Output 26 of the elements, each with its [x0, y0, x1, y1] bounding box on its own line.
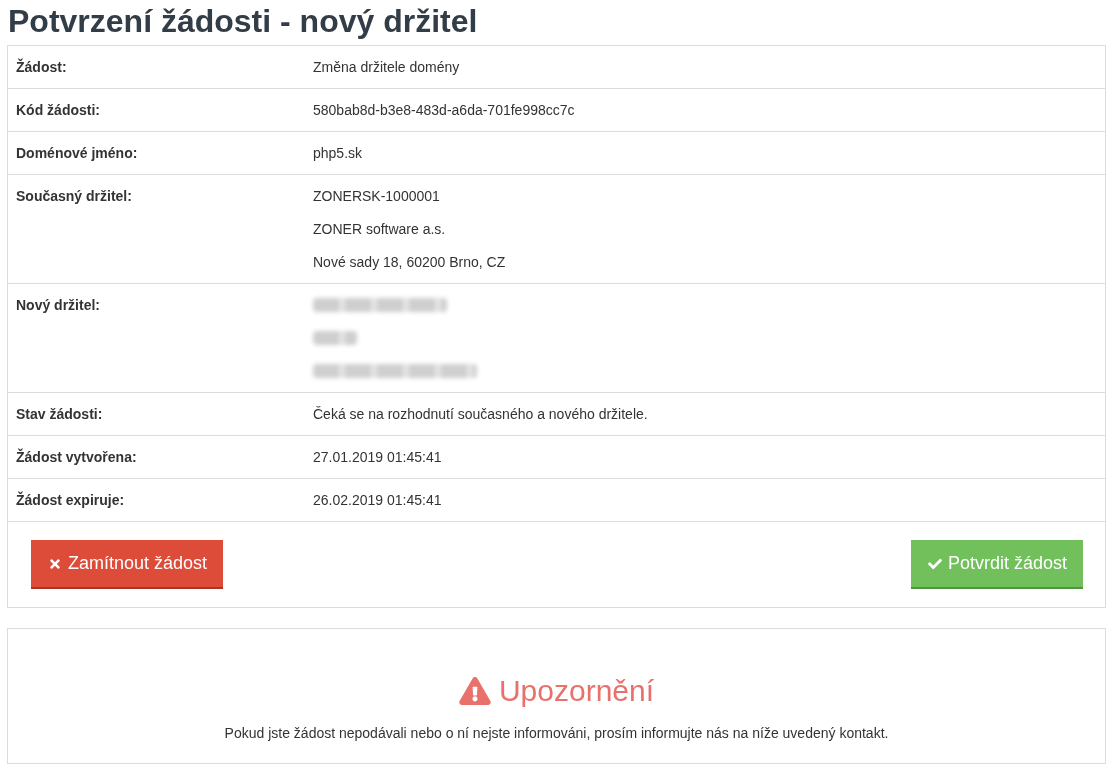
field-value: Změna držitele domény [313, 58, 460, 77]
reject-button[interactable]: Zamítnout žádost [31, 540, 224, 589]
field-label: Nový držitel: [16, 296, 100, 315]
field-label: Žádost expiruje: [16, 490, 125, 510]
warning-icon [458, 677, 491, 705]
field-value: ZONER software a.s. [313, 220, 446, 239]
close-icon [48, 556, 62, 571]
field-label: Stav žádosti: [16, 405, 103, 424]
field-label: Doménové jméno: [16, 144, 138, 163]
field-value: Čeká se na rozhodnutí současného a nového držitele. [313, 405, 648, 424]
field-label: Kód žádosti: [16, 101, 100, 120]
field-value: 26.02.2019 01:45:41 [313, 491, 442, 510]
warning-title: Upozornění [498, 673, 655, 709]
field-label: Žádost: [16, 57, 67, 77]
field-label: Žádost vytvořena: [16, 447, 137, 467]
field-value: 580bab8d-b3e8-483d-a6da-701fe998cc7c [313, 101, 575, 120]
confirm-button[interactable]: Potvrdit žádost [910, 540, 1083, 589]
warning-text: Pokud jste žádost nepodávali nebo o ní nejste informováni, prosím informujte nás na níže uvedený kontakt. [224, 724, 889, 743]
field-value: ZONERSK-1000001 [313, 187, 440, 206]
field-value: php5.sk [313, 144, 363, 163]
blurred-text [313, 331, 357, 345]
field-label: Současný držitel: [16, 187, 132, 206]
field-value: 27.01.2019 01:45:41 [313, 448, 442, 467]
check-icon [927, 556, 942, 571]
page-title: Potvrzení žádosti - nový držitel [7, 2, 478, 41]
field-value: Nové sady 18, 60200 Brno, CZ [313, 253, 506, 272]
